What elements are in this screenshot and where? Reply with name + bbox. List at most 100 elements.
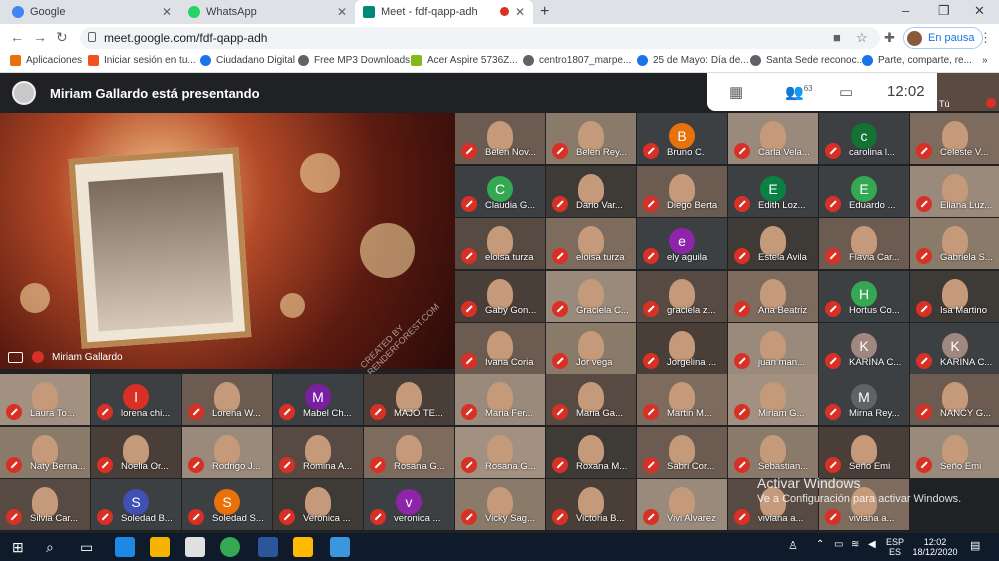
participant-tile[interactable]: Silvia Car... bbox=[0, 479, 90, 530]
participant-tile[interactable]: v veronica ... bbox=[364, 479, 454, 530]
participant-tile[interactable]: e ely aguila bbox=[637, 218, 727, 269]
bookmark-apps[interactable]: Aplicaciones bbox=[10, 55, 82, 66]
system-clock[interactable]: 12:02 18/12/2020 bbox=[910, 537, 960, 557]
participant-tile[interactable]: Sebastian... bbox=[728, 426, 818, 478]
participant-tile[interactable]: Miriam G... bbox=[728, 374, 818, 425]
bookmark-item[interactable]: Ciudadano Digital bbox=[200, 55, 295, 66]
participant-tile[interactable]: Seño Emi bbox=[819, 426, 909, 478]
participant-tile[interactable]: Estela Avila bbox=[728, 218, 818, 269]
participant-tile[interactable]: Verónica ... bbox=[273, 479, 363, 530]
participant-tile[interactable]: S Soledad S... bbox=[182, 479, 272, 530]
wifi-icon[interactable]: ≋ bbox=[851, 539, 859, 550]
participant-tile[interactable]: Rosana G... bbox=[455, 426, 545, 478]
forward-icon[interactable]: → bbox=[33, 29, 47, 45]
close-icon[interactable]: ✕ bbox=[337, 5, 347, 19]
participant-tile[interactable]: K KARINA C... bbox=[819, 323, 909, 374]
participant-tile[interactable]: M Mirna Rey... bbox=[819, 374, 909, 425]
tab-meet[interactable]: Meet - fdf-qapp-adh ✕ bbox=[355, 0, 533, 24]
participant-tile[interactable]: Flavia Car... bbox=[819, 218, 909, 269]
participant-tile[interactable]: Martin M... bbox=[637, 374, 727, 425]
participant-tile[interactable]: Isa Martino bbox=[910, 270, 999, 322]
extensions-icon[interactable]: ✚ bbox=[884, 30, 895, 46]
participant-tile[interactable]: MAJO TE... bbox=[364, 374, 454, 425]
close-icon[interactable]: ✕ bbox=[515, 5, 525, 19]
participant-tile[interactable]: c carolina l... bbox=[819, 113, 909, 164]
participant-tile[interactable]: E Edith Loz... bbox=[728, 165, 818, 217]
task-view-icon[interactable]: ▭ bbox=[80, 539, 93, 556]
camera-icon[interactable]: ■ bbox=[833, 30, 841, 45]
participant-tile[interactable]: Gabriela S... bbox=[910, 218, 999, 269]
participant-tile[interactable]: Rodrigo J... bbox=[182, 426, 272, 478]
participant-tile[interactable]: M Mabel Ch... bbox=[273, 374, 363, 425]
participant-tile[interactable]: Jorgelina ... bbox=[637, 323, 727, 374]
bookmark-item[interactable]: Acer Aspire 5736Z... bbox=[411, 55, 518, 66]
chrome-icon[interactable] bbox=[220, 537, 240, 557]
bookmark-item[interactable]: Santa Sede reconoc... bbox=[750, 55, 865, 66]
new-tab-icon[interactable]: + bbox=[540, 3, 549, 21]
participant-tile[interactable]: Eliana Luz... bbox=[910, 165, 999, 217]
participant-tile[interactable]: Naty Berna... bbox=[0, 426, 90, 478]
participant-tile[interactable]: Celeste V... bbox=[910, 113, 999, 164]
star-icon[interactable]: ☆ bbox=[856, 30, 868, 46]
bookmark-item[interactable]: centro1807_marpe... bbox=[523, 55, 631, 66]
participant-tile[interactable]: Noelia Or... bbox=[91, 426, 181, 478]
participant-tile[interactable]: C Claudia G... bbox=[455, 165, 545, 217]
volume-icon[interactable]: ◀ bbox=[868, 539, 876, 550]
reload-icon[interactable]: ↻ bbox=[56, 29, 68, 46]
participant-tile[interactable]: eloisa turza bbox=[546, 218, 636, 269]
minimize-icon[interactable]: – bbox=[902, 3, 909, 18]
bookmark-item[interactable]: Parte, comparte, re... bbox=[862, 55, 972, 66]
profile-button[interactable]: En pausa bbox=[903, 27, 984, 49]
participant-tile[interactable]: Gaby Gon... bbox=[455, 270, 545, 322]
bookmark-item[interactable]: Iniciar sesión en tu... bbox=[88, 55, 196, 66]
participant-tile[interactable]: Belen Rey... bbox=[546, 113, 636, 164]
file-explorer-icon[interactable] bbox=[150, 537, 170, 557]
address-bar[interactable]: meet.google.com/fdf-qapp-adh bbox=[80, 27, 880, 49]
participant-tile[interactable]: Vicky Sag... bbox=[455, 479, 545, 530]
participant-tile[interactable]: Seño Emi bbox=[910, 426, 999, 478]
participant-tile[interactable]: Romina A... bbox=[273, 426, 363, 478]
store-icon[interactable] bbox=[293, 537, 313, 557]
windows-start-icon[interactable]: ⊞ bbox=[12, 539, 24, 556]
participants-icon[interactable]: 👥63 bbox=[785, 83, 813, 101]
bookmark-item[interactable]: 25 de Mayo: Día de... bbox=[637, 55, 749, 66]
participant-tile[interactable]: Jor vega bbox=[546, 323, 636, 374]
participant-tile[interactable]: Laura To... bbox=[0, 374, 90, 425]
participant-tile[interactable]: NANCY G... bbox=[910, 374, 999, 425]
word-icon[interactable] bbox=[258, 537, 278, 557]
chat-icon[interactable]: ▭ bbox=[839, 83, 853, 101]
notifications-icon[interactable]: ▤ bbox=[970, 539, 980, 552]
back-icon[interactable]: ← bbox=[10, 29, 24, 45]
participant-tile[interactable]: K KARINA C... bbox=[910, 323, 999, 374]
participant-tile[interactable]: H Hortus Co... bbox=[819, 270, 909, 322]
participant-tile[interactable]: Ana Beatriz bbox=[728, 270, 818, 322]
bookmark-item[interactable]: Free MP3 Downloads bbox=[298, 55, 410, 66]
app-icon[interactable] bbox=[330, 537, 350, 557]
participant-tile[interactable]: Roxana M... bbox=[546, 426, 636, 478]
participant-tile[interactable]: S Soledad B... bbox=[91, 479, 181, 530]
network-icon[interactable]: ▭ bbox=[834, 539, 843, 550]
chevron-up-icon[interactable]: ⌃ bbox=[816, 539, 824, 550]
participant-tile[interactable]: Carla Vela... bbox=[728, 113, 818, 164]
participant-tile[interactable]: Rosana G... bbox=[364, 426, 454, 478]
participant-tile[interactable]: Maria Fer... bbox=[455, 374, 545, 425]
participant-tile[interactable]: Diego Berta bbox=[637, 165, 727, 217]
participant-tile[interactable]: B Bruno C. bbox=[637, 113, 727, 164]
presentation-tile[interactable]: CREATED BY RENDERFOREST.COM Miriam Galla… bbox=[0, 113, 455, 377]
participant-tile[interactable]: eloisa turza bbox=[455, 218, 545, 269]
restore-icon[interactable]: ❐ bbox=[938, 3, 950, 19]
mail-icon[interactable] bbox=[185, 537, 205, 557]
participant-tile[interactable]: Vivi Alvarez bbox=[637, 479, 727, 530]
participant-tile[interactable]: Graciela C... bbox=[546, 270, 636, 322]
edge-icon[interactable] bbox=[115, 537, 135, 557]
tab-google[interactable]: Google ✕ bbox=[4, 0, 180, 24]
participant-tile[interactable]: Sabri Cor... bbox=[637, 426, 727, 478]
participant-tile[interactable]: Victoria B... bbox=[546, 479, 636, 530]
more-bookmarks-icon[interactable]: » bbox=[982, 55, 988, 66]
menu-icon[interactable]: ⋮ bbox=[979, 30, 992, 46]
participant-tile[interactable]: Maria Ga... bbox=[546, 374, 636, 425]
close-window-icon[interactable]: ✕ bbox=[974, 3, 985, 19]
participant-tile[interactable]: Lorena W... bbox=[182, 374, 272, 425]
language-indicator[interactable]: ESP ES bbox=[884, 537, 906, 557]
participant-tile[interactable]: l lorena chi... bbox=[91, 374, 181, 425]
